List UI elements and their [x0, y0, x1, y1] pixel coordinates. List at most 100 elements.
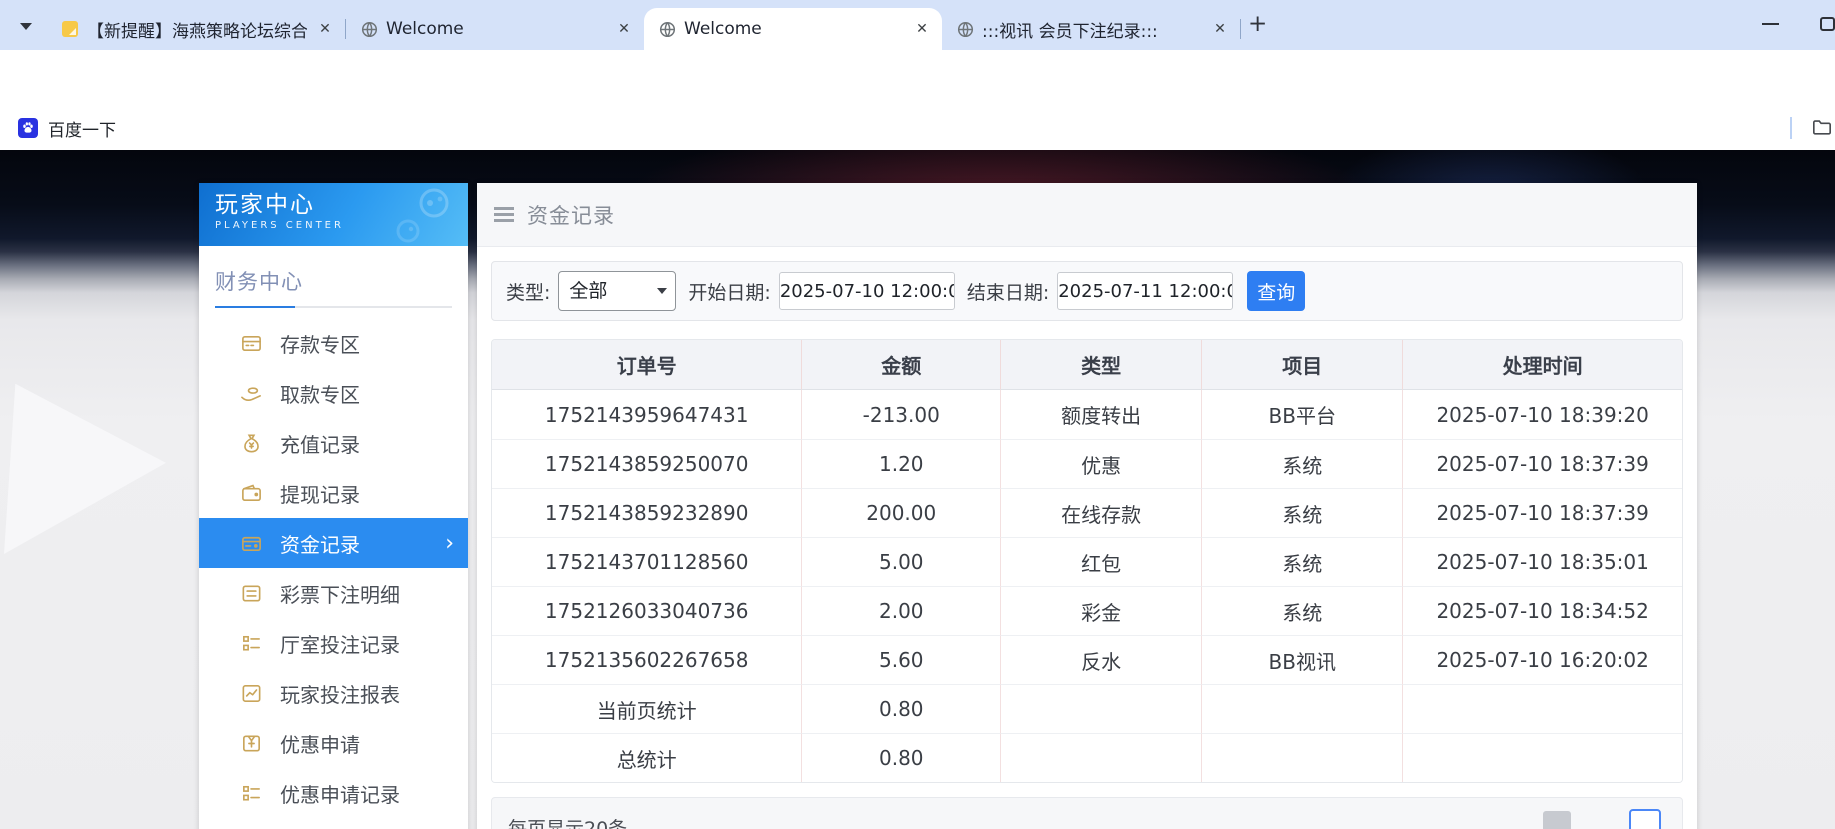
- sidebar-item-优惠申请[interactable]: 优惠申请: [199, 718, 468, 768]
- document-favicon-icon: [61, 20, 79, 38]
- table-cell: 2025-07-10 18:35:01: [1402, 537, 1682, 586]
- gamepad-decoration-icon: [378, 185, 464, 246]
- table-cell: 5.60: [801, 635, 1001, 684]
- hamburger-menu-icon[interactable]: [494, 207, 514, 222]
- table-header-row: 订单号 金额 类型 项目 处理时间: [492, 340, 1682, 390]
- sidebar-item-彩票下注明细[interactable]: 彩票下注明细: [199, 568, 468, 618]
- page-background: 玩家中心 PLAYERS CENTER 财务中心 存款专区取款专区充值记录提现记…: [0, 150, 1835, 829]
- globe-favicon-icon: [956, 20, 974, 38]
- table-cell: 优惠: [1000, 439, 1202, 488]
- end-date-input[interactable]: [1057, 272, 1234, 310]
- type-select[interactable]: 全部: [558, 271, 677, 311]
- table-cell: 1752143859232890: [492, 488, 802, 537]
- sidebar-header: 玩家中心 PLAYERS CENTER: [199, 183, 468, 246]
- table-cell: [1000, 684, 1202, 733]
- tab-close-icon[interactable]: ✕: [912, 21, 932, 37]
- table-row: 1752143701128560 5.00 红包 系统 2025-07-10 18:35…: [492, 537, 1682, 586]
- tab-title: :::视讯 会员下注纪录:::: [982, 21, 1158, 42]
- sidebar-item-存款专区[interactable]: 存款专区: [199, 318, 468, 368]
- tab-search-chevron-icon[interactable]: [14, 15, 38, 37]
- table-cell: 总统计: [492, 733, 802, 782]
- table-row: 1752143859250070 1.20 优惠 系统 2025-07-10 18:37…: [492, 439, 1682, 488]
- start-date-input[interactable]: [778, 272, 955, 310]
- window-maximize-button[interactable]: [1820, 17, 1835, 31]
- withdraw-hand-icon: [239, 381, 263, 405]
- tab-close-icon[interactable]: ✕: [315, 21, 335, 37]
- deposit-card-icon: [239, 331, 263, 355]
- sidebar-item-玩家投注报表[interactable]: 玩家投注报表: [199, 668, 468, 718]
- tab-title: Welcome: [684, 19, 762, 39]
- table-cell: 200.00: [801, 488, 1001, 537]
- sidebar-menu: 存款专区取款专区充值记录提现记录资金记录 › 彩票下注明细厅室投注记录 玩家投注报表优…: [199, 318, 468, 818]
- pagination-bar: 每页显示20条: [491, 797, 1683, 829]
- sidebar-item-厅室投注记录[interactable]: 厅室投注记录: [199, 618, 468, 668]
- table-cell: [1201, 733, 1403, 782]
- list-icon: [239, 631, 263, 655]
- table-cell: 1752135602267658: [492, 635, 802, 684]
- table-cell: -213.00: [801, 390, 1001, 439]
- browser-tab[interactable]: Welcome ✕: [346, 8, 644, 50]
- sidebar-item-label: 存款专区: [280, 332, 360, 357]
- sidebar-section-title: 财务中心: [215, 270, 303, 294]
- gift-icon: [239, 731, 263, 755]
- sidebar-item-label: 资金记录: [280, 532, 360, 557]
- sidebar-item-资金记录[interactable]: 资金记录 ›: [199, 518, 468, 568]
- table-cell: 反水: [1000, 635, 1202, 684]
- sidebar-item-优惠申请记录[interactable]: 优惠申请记录: [199, 768, 468, 818]
- window-minimize-button[interactable]: [1762, 23, 1779, 25]
- table-cell: 1752143859250070: [492, 439, 802, 488]
- sidebar-section-divider: [215, 306, 452, 308]
- funds-record-table: 订单号 金额 类型 项目 处理时间 1752143959647431 -213.00 额度转…: [491, 339, 1683, 783]
- browser-tab-strip: 【新提醒】海燕策略论坛综合交 ✕ Welcome ✕ Welcome ✕:::视讯 会员下…: [0, 0, 1835, 50]
- table-cell: 系统: [1201, 488, 1403, 537]
- browser-tab[interactable]: :::视讯 会员下注纪录::: ✕: [942, 8, 1240, 50]
- table-cell: 红包: [1000, 537, 1202, 586]
- end-date-label: 结束日期:: [966, 281, 1050, 304]
- pagination-control-gray[interactable]: [1543, 811, 1571, 829]
- tab-separator: [1240, 19, 1241, 39]
- bookmark-item-baidu[interactable]: 百度一下: [12, 114, 122, 142]
- table-row: 1752143959647431 -213.00 额度转出 BB平台 2025-07-1…: [492, 390, 1682, 439]
- table-cell: 2025-07-10 18:37:39: [1402, 488, 1682, 537]
- table-cell: 1752143701128560: [492, 537, 802, 586]
- pagination-page-box[interactable]: [1629, 809, 1661, 829]
- type-filter-label: 类型:: [506, 281, 551, 304]
- sidebar-item-label: 玩家投注报表: [280, 682, 400, 707]
- main-panel: 资金记录 类型: 全部 开始日期: 结束日期: 查询 订单号金额类型项目处理时间…: [477, 183, 1697, 829]
- table-cell: 在线存款: [1000, 488, 1202, 537]
- tabs-container: 【新提醒】海燕策略论坛综合交 ✕ Welcome ✕ Welcome ✕:::视讯 会员下…: [47, 8, 1241, 50]
- bookmarks-folder-icon[interactable]: [1812, 118, 1832, 140]
- sidebar-item-提现记录[interactable]: 提现记录: [199, 468, 468, 518]
- table-cell: 彩金: [1000, 586, 1202, 635]
- bookmark-label: 百度一下: [48, 120, 116, 141]
- table-cell: 2025-07-10 16:20:02: [1402, 635, 1682, 684]
- sidebar-item-label: 充值记录: [280, 432, 360, 457]
- query-button[interactable]: 查询: [1247, 271, 1306, 311]
- table-cell: 2025-07-10 18:34:52: [1402, 586, 1682, 635]
- background-triangle-decoration: [4, 383, 166, 554]
- table-cell: 系统: [1201, 537, 1403, 586]
- table-cell: 系统: [1201, 586, 1403, 635]
- table-row: 总统计 0.80: [492, 733, 1682, 782]
- sidebar-item-充值记录[interactable]: 充值记录: [199, 418, 468, 468]
- globe-favicon-icon: [360, 20, 378, 38]
- table-row: 1752143859232890 200.00 在线存款 系统 2025-07-10 1…: [492, 488, 1682, 537]
- tab-close-icon[interactable]: ✕: [1210, 21, 1230, 37]
- chevron-right-icon: ›: [445, 530, 454, 556]
- main-header: 资金记录: [477, 183, 1697, 247]
- browser-tab[interactable]: 【新提醒】海燕策略论坛综合交 ✕: [47, 8, 345, 50]
- sidebar-item-label: 厅室投注记录: [280, 632, 400, 657]
- browser-tab[interactable]: Welcome ✕: [644, 8, 942, 50]
- table-row: 1752126033040736 2.00 彩金 系统 2025-07-10 18:34…: [492, 586, 1682, 635]
- table-header-cell: 项目: [1201, 340, 1403, 390]
- new-tab-button[interactable]: +: [1248, 11, 1267, 37]
- tab-title: 【新提醒】海燕策略论坛综合交: [87, 21, 307, 42]
- tab-close-icon[interactable]: ✕: [614, 21, 634, 37]
- table-row: 1752135602267658 5.60 反水 BB视讯 2025-07-10 16:…: [492, 635, 1682, 684]
- table-cell: [1000, 733, 1202, 782]
- sidebar: 玩家中心 PLAYERS CENTER 财务中心 存款专区取款专区充值记录提现记…: [199, 183, 468, 829]
- sidebar-item-取款专区[interactable]: 取款专区: [199, 368, 468, 418]
- table-header-cell: 金额: [801, 340, 1001, 390]
- browser-toolbar: ← → ↻ ⌂ js13.cc/hhcp/usercenter.html?ini…: [0, 50, 1835, 147]
- table-cell: [1201, 684, 1403, 733]
